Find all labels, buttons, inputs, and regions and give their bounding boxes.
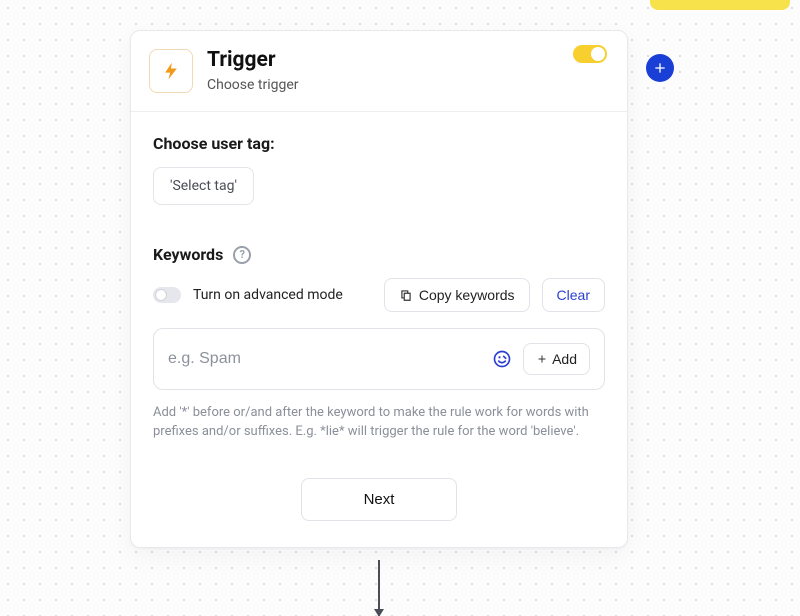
trigger-icon-tile (149, 49, 193, 93)
plus-icon (536, 353, 548, 365)
choose-user-tag-label: Choose user tag: (153, 134, 605, 153)
emoji-picker-button[interactable] (491, 348, 513, 370)
advanced-mode-toggle[interactable] (153, 287, 181, 303)
clear-keywords-button[interactable]: Clear (542, 278, 605, 312)
copy-icon (399, 288, 413, 302)
top-yellow-panel-edge (650, 0, 790, 10)
clear-keywords-label: Clear (557, 287, 590, 303)
next-button[interactable]: Next (301, 478, 458, 521)
help-icon[interactable]: ? (233, 246, 251, 264)
keywords-label: Keywords (153, 245, 223, 264)
flow-arrow-down (378, 560, 380, 616)
trigger-card: Trigger Choose trigger Choose user tag: … (130, 30, 628, 548)
keywords-input-wrap: Add (153, 328, 605, 390)
emoji-icon (492, 349, 512, 369)
toggle-knob (591, 47, 605, 61)
advanced-mode-label: Turn on advanced mode (193, 287, 372, 303)
toggle-knob (155, 289, 167, 301)
user-tag-select[interactable]: 'Select tag' (153, 167, 254, 205)
copy-keywords-button[interactable]: Copy keywords (384, 278, 530, 312)
add-node-button[interactable] (646, 54, 674, 82)
add-keyword-button[interactable]: Add (523, 343, 590, 375)
bolt-icon (161, 59, 181, 83)
enable-trigger-toggle[interactable] (573, 45, 607, 63)
keywords-hint: Add '*' before or/and after the keyword … (153, 404, 605, 442)
card-header: Trigger Choose trigger (131, 31, 627, 112)
copy-keywords-label: Copy keywords (419, 287, 515, 303)
card-title: Trigger (207, 49, 299, 72)
plus-icon (652, 60, 668, 76)
card-subtitle: Choose trigger (207, 77, 299, 93)
add-keyword-label: Add (552, 351, 577, 367)
keywords-input[interactable] (168, 350, 481, 368)
